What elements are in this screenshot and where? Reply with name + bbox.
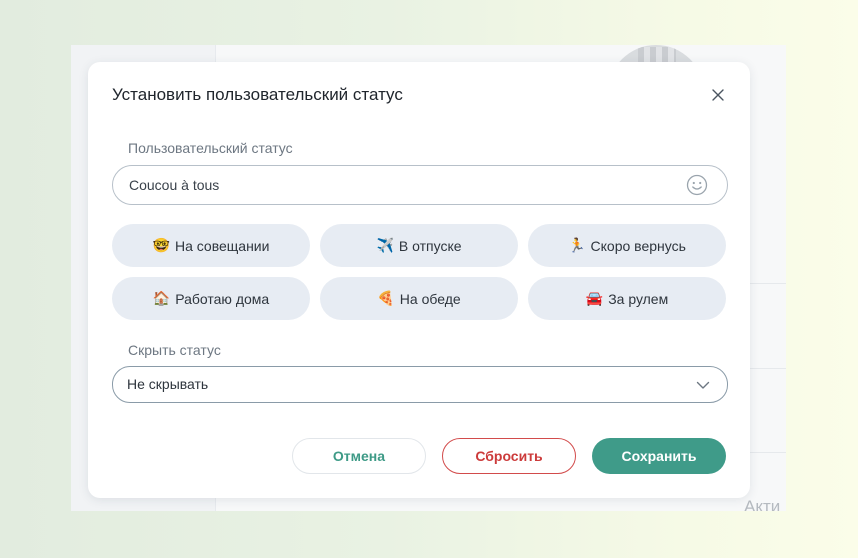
preset-label: Работаю дома [175,290,270,307]
preset-label: На совещании [174,237,270,254]
reset-button[interactable]: Сбросить [442,438,576,474]
airplane-icon: ✈️ [376,237,394,254]
pizza-icon: 🍕 [377,290,395,307]
status-input[interactable] [129,166,669,204]
hide-status-value: Не скрывать [127,376,209,392]
preset-lunch[interactable]: 🍕 На обеде [320,277,518,320]
close-icon [712,89,724,101]
hide-status-select[interactable]: Не скрывать [112,366,728,403]
emoji-picker-button[interactable] [686,174,708,196]
hide-status-label: Скрыть статус [128,342,221,358]
preset-label: Скоро вернусь [590,237,686,254]
background-partial-text: Акти [744,497,781,511]
save-button[interactable]: Сохранить [592,438,726,474]
preset-label: На обеде [399,290,461,307]
preset-label: За рулем [608,290,669,307]
cancel-button[interactable]: Отмена [292,438,426,474]
car-icon: 🚘 [585,290,604,307]
preset-in-meeting[interactable]: 🤓 На совещании [112,224,310,267]
preset-work-from-home[interactable]: 🏠 Работаю дома [112,277,310,320]
custom-status-dialog: Установить пользовательский статус Польз… [88,62,750,498]
preset-driving[interactable]: 🚘 За рулем [528,277,726,320]
nerd-face-icon: 🤓 [152,237,170,254]
close-button[interactable] [707,84,729,106]
dialog-title: Установить пользовательский статус [112,85,403,104]
status-field-label: Пользовательский статус [128,140,293,156]
preset-vacation[interactable]: ✈️ В отпуске [320,224,518,267]
runner-icon: 🏃 [568,237,586,254]
preset-label: В отпуске [398,237,462,254]
smiley-icon [686,174,708,196]
preset-back-soon[interactable]: 🏃 Скоро вернусь [528,224,726,267]
status-input-wrapper [112,165,728,205]
house-icon: 🏠 [152,290,171,307]
chevron-down-icon [696,381,710,389]
